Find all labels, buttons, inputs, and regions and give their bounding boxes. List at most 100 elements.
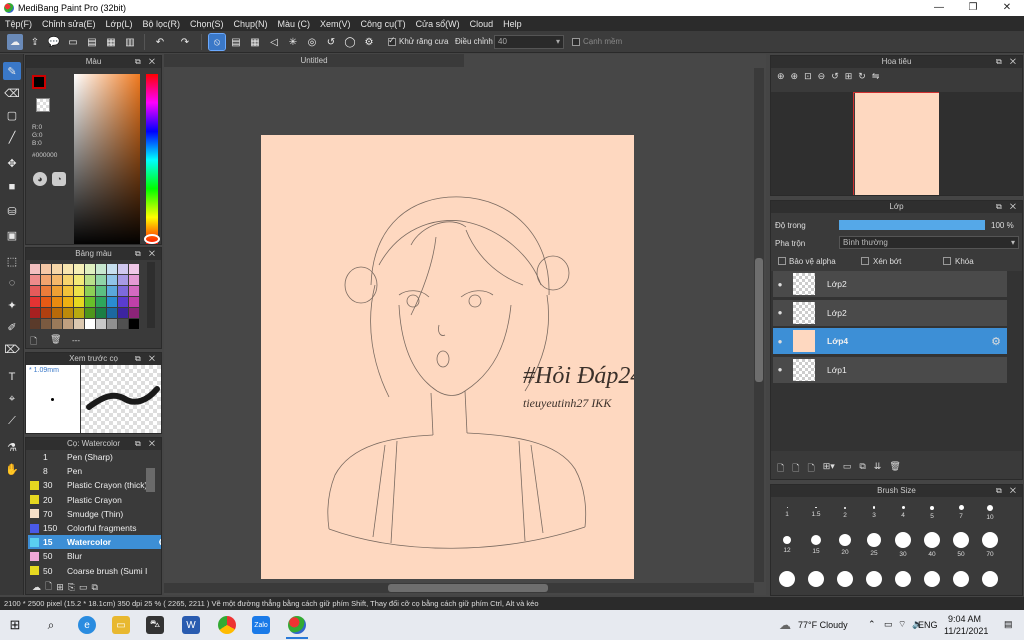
palette-scrollbar[interactable] [147, 262, 155, 328]
actual-size-icon[interactable]: ⊞ [845, 71, 853, 85]
brush-size-cell[interactable]: 50 [947, 531, 975, 558]
chrome-icon[interactable] [218, 616, 236, 634]
layer-settings-gear-icon[interactable]: ⚙ [991, 335, 1001, 348]
palette-swatch[interactable] [107, 275, 117, 285]
brush-size-cell[interactable]: 12 [773, 531, 801, 558]
palette-swatch[interactable] [107, 319, 117, 329]
perspective-snap-icon[interactable]: ◁ [266, 34, 282, 50]
concentric-snap-icon[interactable]: ◎ [304, 34, 320, 50]
chevron-up-icon[interactable]: ⌃ [868, 619, 876, 630]
brush-size-cell[interactable] [773, 565, 801, 592]
menu-item[interactable]: Tệp(F) [0, 19, 37, 29]
palette-swatch[interactable] [41, 319, 51, 329]
grid-snap-icon[interactable]: ▦ [247, 34, 263, 50]
search-icon[interactable]: ⌕ [42, 616, 60, 634]
layer-row[interactable]: ● Lớp2 [773, 299, 1007, 327]
new-page-icon[interactable]: 🗋 [30, 334, 37, 348]
brush-list-scrollbar[interactable] [146, 468, 155, 492]
zoom-fit-icon[interactable]: ⊕ [777, 71, 785, 85]
panel-controls[interactable]: ⧉ ✕ [135, 248, 158, 260]
brush-size-cell[interactable]: 1.5 [802, 499, 830, 526]
delete-layer-icon[interactable]: 🗑 [889, 461, 900, 473]
palette-swatch[interactable] [30, 319, 40, 329]
monitor-icon[interactable]: ▭ [884, 619, 893, 630]
no-snap-icon[interactable]: ⦸ [208, 33, 226, 51]
palette-swatch[interactable] [52, 319, 62, 329]
panel-controls[interactable]: ⧉ ✕ [135, 56, 158, 68]
layer-add-menu-icon[interactable]: ⊞▾ [823, 461, 835, 473]
page-icon[interactable]: ▤ [84, 34, 100, 50]
layer-row[interactable]: ● Lớp4 ⚙ [773, 328, 1007, 355]
undo-button[interactable]: ↶ [152, 34, 168, 50]
palette-swatch[interactable] [63, 275, 73, 285]
select-tool-icon[interactable]: ⬚ [3, 252, 21, 270]
brush-size-cell[interactable] [947, 565, 975, 592]
palette-swatch[interactable] [85, 286, 95, 296]
network-icon[interactable]: ⌔ [898, 619, 906, 630]
zalo-icon[interactable]: Zalo [252, 616, 270, 634]
brush-size-cell[interactable]: 10 [976, 499, 1004, 526]
palette-swatch[interactable] [129, 308, 139, 318]
palette-swatch[interactable] [41, 264, 51, 274]
palette-swatch[interactable] [85, 308, 95, 318]
brush-size-cell[interactable] [889, 565, 917, 592]
visibility-eye-icon[interactable]: ● [773, 365, 787, 374]
palette-swatch[interactable] [74, 297, 84, 307]
clip-checkbox[interactable] [861, 257, 869, 265]
radial-snap-icon[interactable]: ✳ [285, 34, 301, 50]
merge-layer-icon[interactable]: ⇊ [874, 461, 882, 473]
adjust-dropdown[interactable]: 40 ▾ [494, 35, 564, 49]
palette-swatch[interactable] [41, 286, 51, 296]
menu-item[interactable]: Xem(V) [315, 19, 356, 29]
new-layer-icon[interactable]: 🗋 [777, 461, 784, 473]
lasso-tool-icon[interactable]: ◌ [3, 274, 21, 292]
saturation-value-picker[interactable] [74, 74, 140, 244]
brush-size-cell[interactable]: 4 [889, 499, 917, 526]
palette-swatch[interactable] [41, 297, 51, 307]
palette-swatch[interactable] [129, 286, 139, 296]
cloud-icon[interactable]: ☁ [7, 34, 23, 50]
menu-item[interactable]: Chỉnh sửa(E) [37, 19, 101, 29]
circle-snap-icon[interactable]: ◯ [342, 34, 358, 50]
brush-size-cell[interactable]: 5 [918, 499, 946, 526]
palette-swatch[interactable] [85, 297, 95, 307]
language-indicator[interactable]: ENG [918, 620, 938, 630]
weather-text[interactable]: 77°F Cloudy [798, 620, 848, 630]
palette-swatch[interactable] [96, 286, 106, 296]
panel-controls[interactable]: ⧉ ✕ [135, 353, 158, 365]
antialias-checkbox[interactable] [388, 35, 396, 46]
palette-swatch[interactable] [129, 275, 139, 285]
palette-swatch[interactable] [74, 308, 84, 318]
rotate-right-icon[interactable]: ↻ [858, 71, 866, 85]
windows-start-icon[interactable]: ⊞ [6, 616, 24, 634]
palette-swatch[interactable] [118, 275, 128, 285]
brush-item[interactable]: 8 Pen [28, 464, 161, 478]
clock-time[interactable]: 9:04 AM [948, 614, 981, 624]
palette-grid[interactable] [30, 264, 139, 329]
clock-date[interactable]: 11/21/2021 [944, 626, 988, 636]
palette-swatch[interactable] [85, 319, 95, 329]
palette-swatch[interactable] [63, 286, 73, 296]
curve-snap-icon[interactable]: ↺ [323, 34, 339, 50]
trash-icon[interactable]: 🗑 [50, 334, 61, 345]
new-brush-icon[interactable]: 🗋 [45, 579, 52, 594]
foreground-color-swatch[interactable] [32, 75, 46, 89]
select-eraser-icon[interactable]: ⌦ [3, 340, 21, 358]
navigator-viewport[interactable] [771, 92, 1022, 195]
brush-size-cell[interactable]: 30 [889, 531, 917, 558]
palette-swatch[interactable] [52, 297, 62, 307]
grid-icon[interactable]: ▦ [103, 34, 119, 50]
brush-item[interactable]: 30 Plastic Crayon (thick) [28, 478, 161, 492]
eraser-tool-icon[interactable]: ⌫ [3, 84, 21, 102]
palette-swatch[interactable] [107, 286, 117, 296]
zoom-in-icon[interactable]: ⊕ [791, 71, 799, 85]
file-explorer-icon[interactable]: ▭ [112, 616, 130, 634]
palette-swatch[interactable] [52, 264, 62, 274]
vertical-scrollbar[interactable] [754, 68, 764, 582]
new-halftone-layer-icon[interactable]: 🗋 [792, 461, 799, 473]
brush-size-cell[interactable]: 70 [976, 531, 1004, 558]
panel-layout-icon[interactable]: ▥ [122, 34, 138, 50]
brush-item[interactable]: 50 Coarse brush (Sumi I [28, 564, 161, 578]
select-pen-icon[interactable]: ✐ [3, 318, 21, 336]
export-icon[interactable]: ⇪ [27, 34, 43, 50]
